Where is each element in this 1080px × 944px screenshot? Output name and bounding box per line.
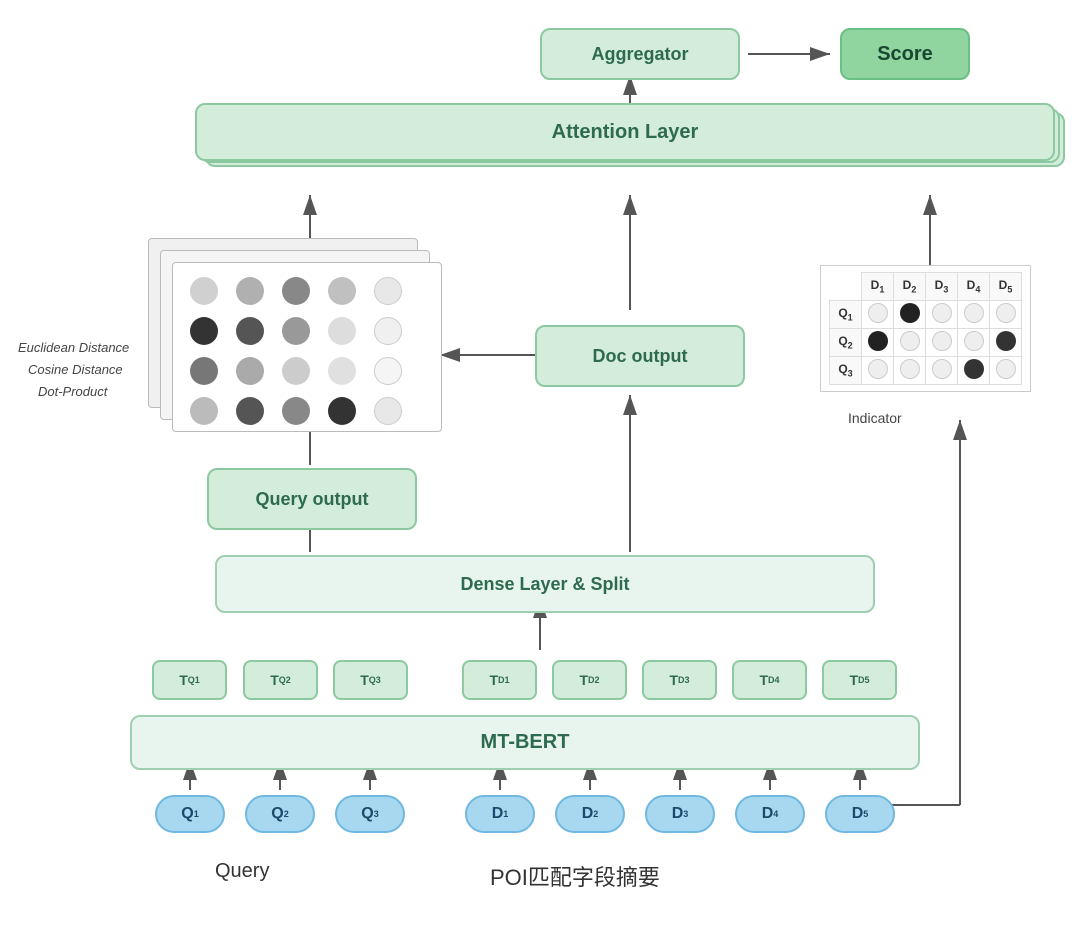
td4-box: TD4: [732, 660, 807, 700]
diagram: Score Aggregator Attention Layer: [0, 0, 1080, 944]
dotproduct-label: Dot-Product: [38, 384, 107, 399]
d2-input: D2: [555, 795, 625, 833]
query-output-box: Query output: [207, 468, 417, 530]
indicator-label: Indicator: [848, 410, 902, 426]
tq2-box: TQ2: [243, 660, 318, 700]
d3-input: D3: [645, 795, 715, 833]
q2-input: Q2: [245, 795, 315, 833]
cosine-label: Cosine Distance: [28, 362, 123, 377]
mt-bert-box: MT-BERT: [130, 715, 920, 770]
poi-caption: POI匹配字段摘要: [490, 860, 660, 892]
dense-layer-box: Dense Layer & Split: [215, 555, 875, 613]
d1-input: D1: [465, 795, 535, 833]
attention-layer-box: Attention Layer: [195, 103, 1055, 161]
aggregator-box: Aggregator: [540, 28, 740, 80]
dot-matrix-main: [172, 262, 442, 432]
score-box: Score: [840, 28, 970, 80]
tq3-box: TQ3: [333, 660, 408, 700]
q1-input: Q1: [155, 795, 225, 833]
euclidean-label: Euclidean Distance: [18, 340, 129, 355]
td1-box: TD1: [462, 660, 537, 700]
query-caption: Query: [215, 860, 269, 883]
tq1-box: TQ1: [152, 660, 227, 700]
indicator-table: D1 D2 D3 D4 D5 Q1 Q2: [829, 272, 1022, 385]
q3-input: Q3: [335, 795, 405, 833]
d5-input: D5: [825, 795, 895, 833]
td3-box: TD3: [642, 660, 717, 700]
doc-output-box: Doc output: [535, 325, 745, 387]
td5-box: TD5: [822, 660, 897, 700]
td2-box: TD2: [552, 660, 627, 700]
d4-input: D4: [735, 795, 805, 833]
indicator-grid: D1 D2 D3 D4 D5 Q1 Q2: [820, 265, 1031, 392]
